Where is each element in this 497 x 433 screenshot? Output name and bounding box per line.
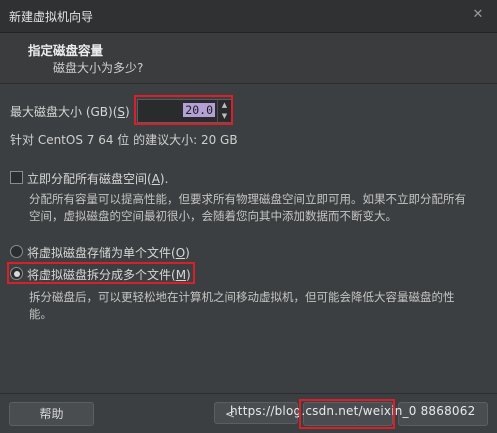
- help-button[interactable]: 帮助: [9, 402, 94, 426]
- allocate-label[interactable]: 立即分配所有磁盘空间(A).: [27, 170, 168, 187]
- close-icon[interactable]: ✕: [469, 6, 487, 24]
- window-title: 新建虚拟机向导: [9, 10, 94, 24]
- highlight-box-disk-size: [134, 95, 233, 125]
- single-file-label[interactable]: 将虚拟磁盘存储为单个文件(O): [27, 244, 190, 261]
- highlight-box-multi-file: [7, 262, 195, 284]
- allocate-description: 分配所有容量可以提高性能，但要求所有物理磁盘空间立即可用。如果不立即分配所有 空…: [29, 192, 466, 223]
- wizard-header: 指定磁盘容量 磁盘大小为多少?: [0, 33, 497, 84]
- recommended-size: 针对 CentOS 7 64 位 的建议大小: 20 GB: [10, 133, 238, 147]
- page-title: 指定磁盘容量: [28, 43, 104, 58]
- highlight-box-next: [299, 399, 395, 429]
- disk-size-label: 最大磁盘大小 (GB)(S): [10, 105, 130, 119]
- page-subtitle: 磁盘大小为多少?: [53, 61, 144, 75]
- storage-description: 拆分磁盘后，可以更轻松地在计算机之间移动虚拟机，但可能会降低大容量磁盘的性 能。: [29, 290, 455, 321]
- title-bar: 新建虚拟机向导 ✕: [0, 0, 497, 33]
- radio-single-file[interactable]: [10, 245, 23, 258]
- allocate-checkbox[interactable]: [10, 171, 23, 184]
